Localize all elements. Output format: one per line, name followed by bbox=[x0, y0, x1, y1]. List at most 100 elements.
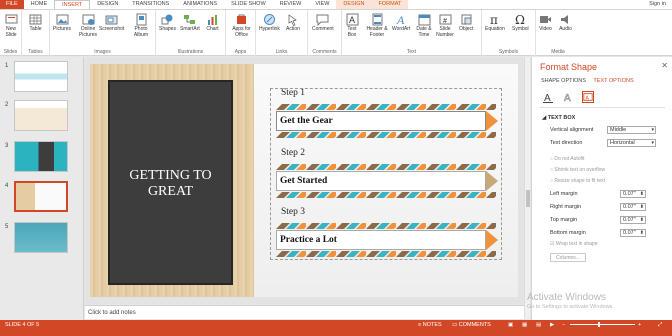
fit-to-window-icon[interactable]: ⤢ bbox=[658, 320, 662, 330]
slide-thumbnail-2[interactable] bbox=[14, 100, 68, 131]
header-footer-button[interactable]: Header & Footer bbox=[364, 13, 390, 38]
audio-button[interactable]: Audio bbox=[559, 13, 572, 33]
tab-drawing-design[interactable]: DESIGN bbox=[336, 0, 372, 9]
tab-slide-show[interactable]: SLIDE SHOW bbox=[224, 0, 273, 9]
notes-toggle[interactable]: ≡ NOTES bbox=[418, 320, 442, 330]
slide-canvas[interactable]: GETTING TO GREAT Step 1 Get the Gear Ste… bbox=[90, 64, 518, 297]
video-button[interactable]: Video bbox=[539, 13, 552, 33]
slide-thumbnail-4[interactable] bbox=[14, 181, 68, 212]
apps-for-office-button[interactable]: Apps for Office bbox=[229, 13, 254, 38]
new-slide-button[interactable]: New Slide bbox=[2, 13, 20, 38]
left-margin-input[interactable]: 0.07" ⬍ bbox=[620, 190, 646, 198]
vertical-alignment-select[interactable]: Middle ▾ bbox=[607, 126, 656, 134]
selection-frame[interactable] bbox=[270, 88, 502, 260]
resize-shape-radio[interactable]: ○ Resize shape to fit text bbox=[550, 178, 605, 184]
screenshot-icon bbox=[105, 15, 118, 25]
tab-format[interactable]: FORMAT bbox=[371, 0, 409, 9]
left-margin-label: Left margin bbox=[550, 191, 578, 197]
status-bar: SLIDE 4 OF 5 ≡ NOTES ▭ COMMENTS ▣ ▦ ▤ ▶ … bbox=[0, 320, 672, 336]
slideshow-icon[interactable]: ▶ bbox=[550, 320, 554, 330]
thumbnail-number: 2 bbox=[5, 102, 9, 108]
tab-review[interactable]: REVIEW bbox=[273, 0, 309, 9]
thumbnail-number: 1 bbox=[5, 63, 9, 69]
smartart-button[interactable]: SmartArt bbox=[180, 13, 200, 33]
zoom-slider-thumb[interactable] bbox=[598, 322, 600, 327]
right-margin-input[interactable]: 0.07" ⬍ bbox=[620, 203, 646, 211]
slide-title[interactable]: GETTING TO GREAT bbox=[110, 168, 231, 200]
comment-label: Comment bbox=[312, 26, 334, 32]
zoom-in-icon[interactable]: + bbox=[638, 320, 641, 330]
tab-design[interactable]: DESIGN bbox=[90, 0, 125, 9]
textbox-icon[interactable]: A bbox=[582, 91, 594, 103]
normal-view-icon[interactable]: ▣ bbox=[508, 320, 513, 330]
vertical-scrollbar[interactable] bbox=[524, 57, 530, 319]
online-pictures-button[interactable]: Online Pictures bbox=[77, 13, 99, 38]
tab-animations[interactable]: ANIMATIONS bbox=[176, 0, 224, 9]
slide-thumbnail-1[interactable] bbox=[14, 61, 68, 92]
chart-button[interactable]: Chart bbox=[206, 13, 219, 33]
bottom-margin-input[interactable]: 0.07" ⬍ bbox=[620, 229, 646, 237]
screenshot-button[interactable]: Screenshot bbox=[99, 13, 124, 33]
top-margin-value: 0.07" bbox=[623, 217, 636, 223]
do-not-autofit-radio[interactable]: ○ Do not Autofit bbox=[550, 156, 584, 162]
slide-thumbnail-5[interactable] bbox=[14, 222, 68, 253]
chalkboard-panel[interactable]: GETTING TO GREAT bbox=[108, 80, 233, 285]
text-box-button[interactable]: A Text Box bbox=[345, 13, 359, 38]
tab-file[interactable]: FILE bbox=[0, 0, 24, 9]
tab-text-options[interactable]: TEXT OPTIONS bbox=[593, 78, 633, 84]
pictures-button[interactable]: Pictures bbox=[53, 13, 71, 33]
action-button[interactable]: Action bbox=[286, 13, 300, 33]
text-effects-icon[interactable]: A bbox=[562, 91, 574, 103]
spinner-icon[interactable]: ⬍ bbox=[640, 191, 644, 198]
tab-insert[interactable]: INSERT bbox=[54, 0, 91, 9]
shrink-text-radio[interactable]: ○ Shrink text on overflow bbox=[550, 167, 605, 173]
group-apps: Apps for Office Apps bbox=[226, 10, 256, 56]
photo-album-button[interactable]: Photo Album bbox=[129, 13, 153, 38]
pane-title: Format Shape bbox=[540, 62, 598, 72]
spinner-icon[interactable]: ⬍ bbox=[640, 217, 644, 224]
slide-thumbnail-3[interactable] bbox=[14, 141, 68, 172]
wordart-button[interactable]: A WordArt bbox=[392, 13, 410, 33]
object-button[interactable]: Object bbox=[459, 13, 473, 33]
comments-toggle[interactable]: ▭ COMMENTS bbox=[452, 320, 491, 330]
group-symbols: π Equation Ω Symbol Symbols bbox=[482, 10, 536, 56]
zoom-out-icon[interactable]: − bbox=[562, 320, 565, 330]
group-label-apps: Apps bbox=[234, 49, 247, 55]
equation-button[interactable]: π Equation bbox=[485, 13, 505, 33]
date-time-button[interactable]: Date & Time bbox=[415, 13, 433, 38]
group-comments: Comment Comments bbox=[308, 10, 342, 56]
ribbon: New Slide Slides Table Tables Pictures O… bbox=[0, 9, 672, 56]
equation-label: Equation bbox=[485, 26, 505, 32]
notes-pane[interactable]: Click to add notes bbox=[85, 305, 524, 319]
slide-editing-area[interactable]: GETTING TO GREAT Step 1 Get the Gear Ste… bbox=[85, 57, 524, 304]
section-text-box[interactable]: ◢ TEXT BOX bbox=[542, 115, 575, 121]
svg-text:A: A bbox=[564, 93, 571, 103]
comment-button[interactable]: Comment bbox=[312, 13, 334, 33]
slide-sorter-icon[interactable]: ▦ bbox=[522, 320, 527, 330]
slide-number-button[interactable]: # Slide Number bbox=[435, 13, 455, 38]
text-direction-select[interactable]: Horizontal ▾ bbox=[607, 139, 656, 147]
symbol-button[interactable]: Ω Symbol bbox=[512, 13, 529, 33]
spinner-icon[interactable]: ⬍ bbox=[640, 204, 644, 211]
text-fill-icon[interactable]: A bbox=[542, 91, 554, 103]
table-button[interactable]: Table bbox=[29, 13, 42, 33]
sign-in-link[interactable]: Sign in bbox=[649, 0, 672, 9]
tab-shape-options[interactable]: SHAPE OPTIONS bbox=[541, 78, 586, 84]
tab-transitions[interactable]: TRANSITIONS bbox=[125, 0, 176, 9]
shapes-button[interactable]: Shapes bbox=[159, 13, 176, 33]
hyperlink-button[interactable]: Hyperlink bbox=[259, 13, 280, 33]
svg-text:A: A bbox=[349, 15, 355, 25]
scrollbar-thumb[interactable] bbox=[526, 190, 530, 207]
svg-text:A: A bbox=[396, 13, 405, 26]
slide-thumbnail-pane[interactable]: 1 2 3 4 5 bbox=[0, 57, 84, 320]
wrap-text-checkbox[interactable]: ☑ Wrap text in shape bbox=[550, 241, 597, 247]
columns-button[interactable]: Columns... bbox=[550, 253, 586, 262]
shrink-text-label: Shrink text on overflow bbox=[554, 167, 606, 173]
top-margin-input[interactable]: 0.07" ⬍ bbox=[620, 216, 646, 224]
close-icon[interactable]: ✕ bbox=[661, 61, 668, 70]
tab-view[interactable]: VIEW bbox=[308, 0, 336, 9]
tab-home[interactable]: HOME bbox=[24, 0, 55, 9]
zoom-slider[interactable] bbox=[570, 324, 635, 325]
spinner-icon[interactable]: ⬍ bbox=[640, 230, 644, 237]
reading-view-icon[interactable]: ▤ bbox=[536, 320, 541, 330]
